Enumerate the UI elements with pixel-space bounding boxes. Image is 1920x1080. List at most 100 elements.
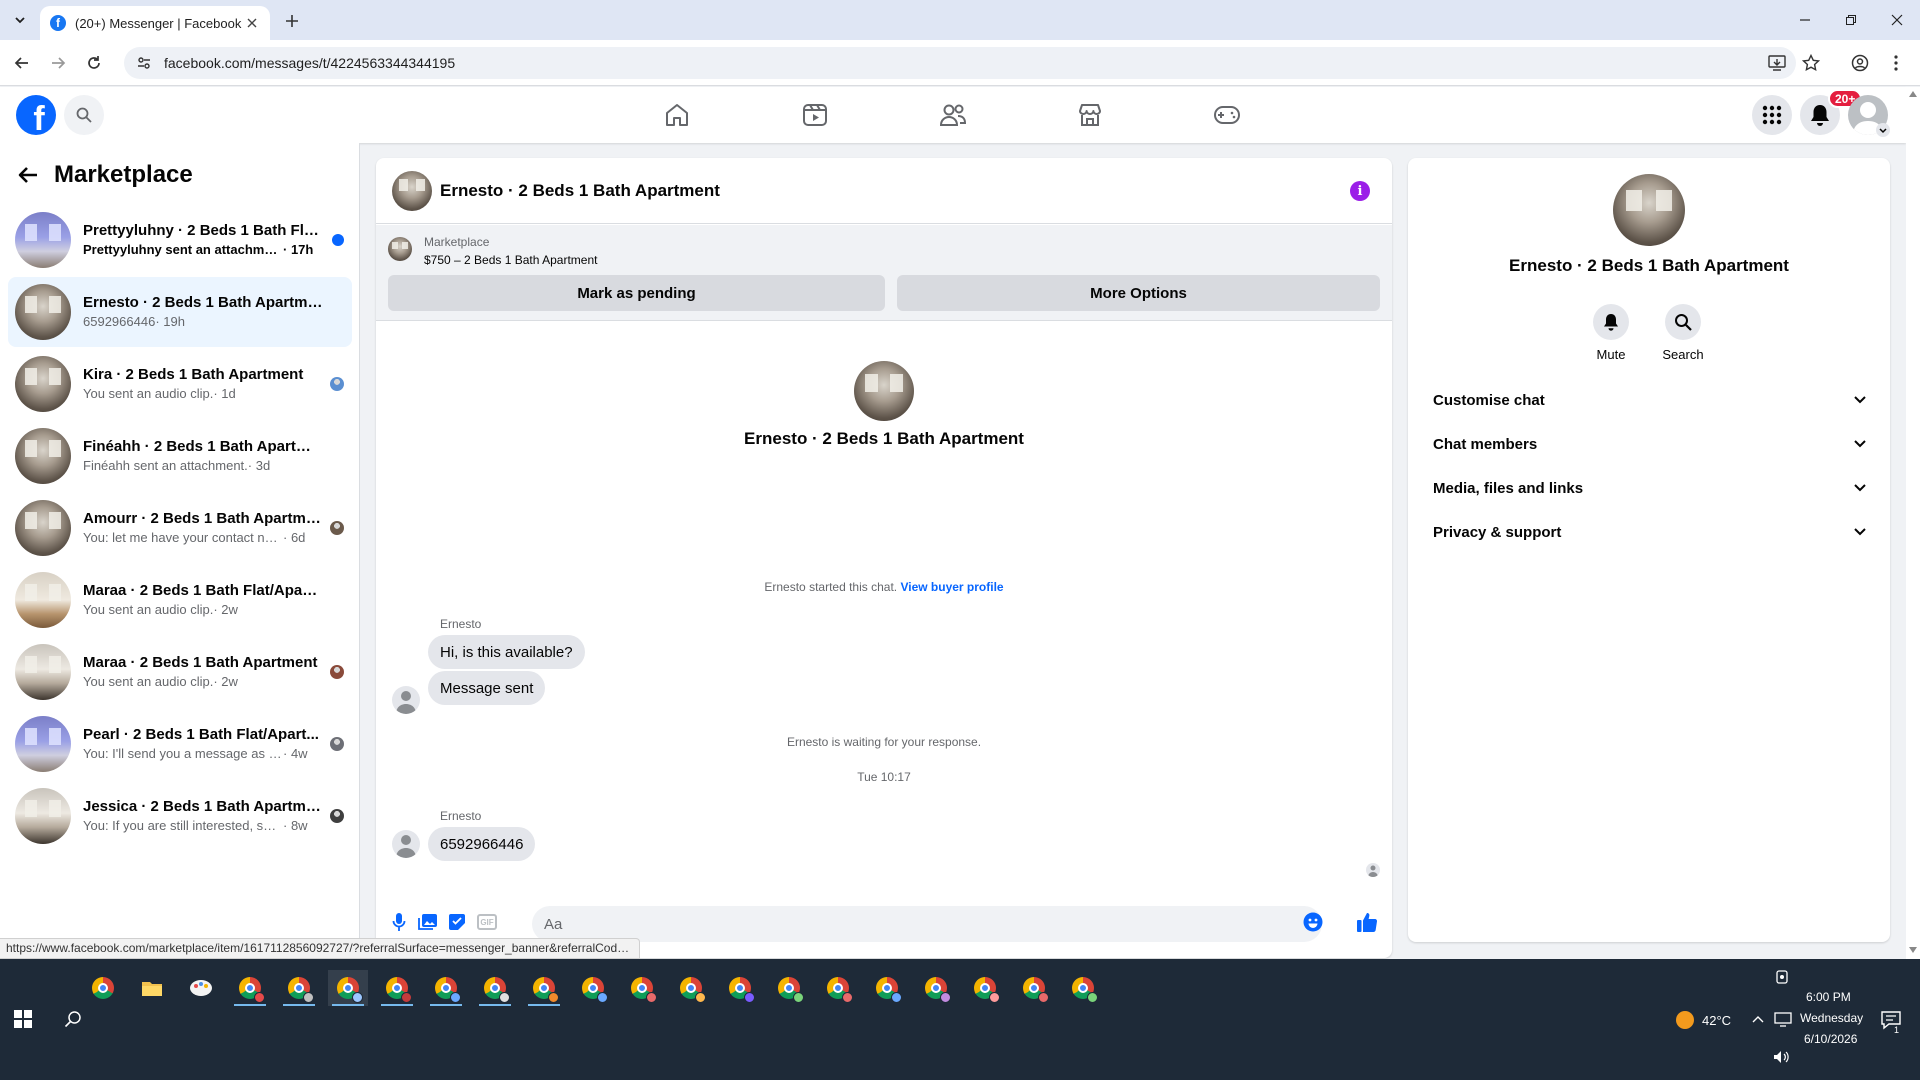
conversation-item[interactable]: Finéahh · 2 Beds 1 Bath Apartment Finéahh… [8, 421, 352, 491]
friends-icon[interactable] [898, 95, 1008, 135]
chrome-app-icon[interactable] [1063, 970, 1103, 1006]
message-bubble[interactable]: Message sent [428, 671, 546, 705]
tab-close-icon[interactable] [244, 15, 260, 31]
message-input[interactable] [532, 906, 1322, 942]
gif-icon[interactable]: GIF [476, 911, 498, 933]
new-tab-plus-icon[interactable] [280, 10, 304, 32]
conversation-thumbnail [15, 716, 71, 772]
more-options-button[interactable]: More Options [897, 275, 1380, 311]
weather-temp[interactable]: 42°C [1702, 1013, 1731, 1028]
chrome-app-icon[interactable] [1014, 970, 1054, 1006]
chrome-app-icon[interactable] [965, 970, 1005, 1006]
chrome-app-icon[interactable] [377, 970, 417, 1006]
bookmark-star-icon[interactable] [1799, 51, 1823, 75]
conversation-item[interactable]: Pearl · 2 Beds 1 Bath Flat/Apart... You: … [8, 709, 352, 779]
paint-app-icon[interactable] [181, 970, 221, 1006]
gaming-icon[interactable] [1172, 95, 1282, 135]
reload-icon[interactable] [82, 51, 106, 75]
network-icon[interactable] [1774, 1011, 1792, 1027]
chrome-app-icon[interactable] [867, 970, 907, 1006]
video-icon[interactable] [760, 95, 870, 135]
page-scrollbar[interactable] [1906, 87, 1920, 959]
clock-time[interactable]: 6:00 PM [1806, 990, 1851, 1004]
chrome-app-icon[interactable] [769, 970, 809, 1006]
install-app-icon[interactable] [1765, 51, 1789, 75]
mark-as-pending-button[interactable]: Mark as pending [388, 275, 885, 311]
info-section-row[interactable]: Media, files and links [1416, 466, 1882, 510]
window-close-icon[interactable] [1874, 8, 1920, 32]
message-bubble[interactable]: Hi, is this available? [428, 635, 585, 669]
browser-menu-icon[interactable] [1884, 51, 1908, 75]
chrome-app-icon[interactable] [524, 970, 564, 1006]
listing-title[interactable]: $750 – 2 Beds 1 Bath Apartment [424, 253, 597, 267]
search-conversation-button[interactable]: Search [1653, 304, 1713, 362]
mute-button[interactable]: Mute [1581, 304, 1641, 362]
tab-search-chevron-icon[interactable] [8, 9, 32, 31]
sticker-icon[interactable] [446, 911, 468, 933]
profile-icon[interactable] [1848, 51, 1872, 75]
account-chevron-icon[interactable] [1876, 123, 1890, 137]
thumbs-up-icon[interactable] [1356, 911, 1378, 933]
chrome-app-icon[interactable] [622, 970, 662, 1006]
back-arrow-icon[interactable] [10, 51, 34, 75]
forward-arrow-icon[interactable] [46, 51, 70, 75]
clock-day[interactable]: Wednesday [1800, 1011, 1863, 1025]
chrome-app-icon[interactable] [818, 970, 858, 1006]
sender-avatar[interactable] [392, 830, 420, 858]
microphone-icon[interactable] [388, 911, 410, 933]
chrome-app-icon[interactable] [475, 970, 515, 1006]
photo-gallery-icon[interactable] [417, 911, 439, 933]
conversation-item[interactable]: Amourr · 2 Beds 1 Bath Apartme... You: le… [8, 493, 352, 563]
tray-app-icon[interactable] [1774, 969, 1790, 985]
weather-sun-icon[interactable] [1676, 1011, 1694, 1029]
conversation-item[interactable]: Maraa · 2 Beds 1 Bath Apartment You sent … [8, 637, 352, 707]
conversation-item[interactable]: Jessica · 2 Beds 1 Bath Apartment You: If… [8, 781, 352, 851]
conversation-time: · 6d [283, 530, 306, 545]
chrome-app-icon[interactable] [279, 970, 319, 1006]
listing-thumbnail[interactable] [388, 237, 412, 261]
chrome-app-icon[interactable] [83, 970, 123, 1006]
chat-started-note: Ernesto started this chat. View buyer pr… [764, 580, 1004, 594]
chrome-app-icon[interactable] [328, 970, 368, 1006]
windows-start-icon[interactable] [14, 1010, 32, 1028]
browser-tab-messenger[interactable]: f (20+) Messenger | Facebook [40, 6, 270, 40]
info-section-row[interactable]: Chat members [1416, 422, 1882, 466]
search-icon[interactable] [64, 95, 104, 135]
back-arrow-icon[interactable] [18, 166, 38, 184]
chrome-app-icon[interactable] [671, 970, 711, 1006]
info-section-row[interactable]: Customise chat [1416, 378, 1882, 422]
clock-date[interactable]: 6/10/2026 [1804, 1032, 1857, 1046]
view-buyer-profile-link[interactable]: View buyer profile [900, 580, 1003, 594]
chrome-app-icon[interactable] [230, 970, 270, 1006]
profile-avatar[interactable] [1613, 174, 1685, 246]
address-bar[interactable]: facebook.com/messages/t/4224563344344195 [124, 47, 1796, 79]
info-icon[interactable]: i [1350, 181, 1370, 201]
minimize-icon[interactable] [1782, 8, 1828, 32]
home-icon[interactable] [622, 95, 732, 135]
sender-avatar[interactable] [392, 686, 420, 714]
info-section-row[interactable]: Privacy & support [1416, 510, 1882, 554]
chrome-app-icon[interactable] [720, 970, 760, 1006]
tray-chevron-up-icon[interactable] [1752, 1015, 1764, 1023]
menu-grid-icon[interactable] [1752, 95, 1792, 135]
chrome-app-icon[interactable] [573, 970, 613, 1006]
chat-avatar[interactable] [392, 170, 432, 211]
conversation-item[interactable]: Maraa · 2 Beds 1 Bath Flat/Apartm... You … [8, 565, 352, 635]
sidebar-header: Marketplace [18, 157, 193, 193]
conversation-item[interactable]: Kira · 2 Beds 1 Bath Apartment You sent a… [8, 349, 352, 419]
chrome-app-icon[interactable] [426, 970, 466, 1006]
marketplace-icon[interactable] [1035, 95, 1145, 135]
chat-info-panel: Ernesto · 2 Beds 1 Bath Apartment Mute S… [1408, 158, 1890, 942]
chat-title[interactable]: Ernesto · 2 Beds 1 Bath Apartment [440, 181, 720, 201]
taskbar-search-icon[interactable] [64, 1010, 82, 1028]
site-info-icon[interactable] [136, 55, 152, 71]
chrome-app-icon[interactable] [916, 970, 956, 1006]
facebook-logo-icon[interactable]: f [16, 95, 56, 135]
volume-icon[interactable] [1772, 1049, 1790, 1065]
conversation-item[interactable]: Prettyyluhny · 2 Beds 1 Bath Flat/... Pre… [8, 205, 352, 275]
message-bubble[interactable]: 6592966446 [428, 827, 536, 861]
conversation-item[interactable]: Ernesto · 2 Beds 1 Bath Apartment 6592966… [8, 277, 352, 347]
file-explorer-icon[interactable] [132, 970, 172, 1006]
emoji-icon[interactable] [1302, 911, 1324, 933]
restore-icon[interactable] [1828, 8, 1874, 32]
